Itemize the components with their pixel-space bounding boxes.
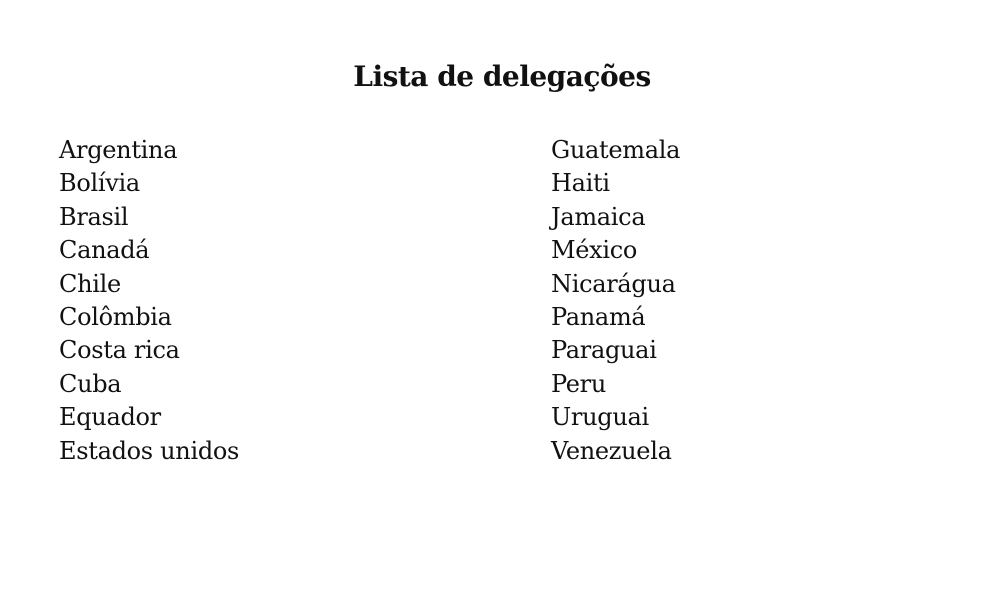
list-item: Equador [59,403,161,432]
list-item: Bolívia [59,169,140,198]
list-item: Haiti [551,169,610,198]
delegation-list-left: Argentina Bolívia Brasil Canadá Chile Co… [59,134,239,468]
list-item: Peru [551,369,607,398]
list-item: Canadá [59,236,150,265]
list-item: Panamá [551,302,646,331]
list-item: Uruguai [551,403,649,432]
list-item: Chile [59,269,121,298]
delegation-list-right: Guatemala Haiti Jamaica México Nicarágua… [551,134,680,468]
list-item: Paraguai [551,336,657,365]
list-item: Argentina [59,136,178,164]
list-item: Guatemala [551,136,681,164]
list-item: Nicarágua [551,269,676,298]
list-item: Cuba [59,369,122,398]
list-item: Colômbia [59,302,172,331]
list-item: México [551,236,638,265]
list-item: Costa rica [59,336,180,365]
page-title: Lista de delegações [353,60,651,93]
list-item: Jamaica [551,202,646,231]
list-item: Venezuela [551,436,672,465]
list-item: Estados unidos [59,436,240,465]
list-item: Brasil [59,202,129,231]
